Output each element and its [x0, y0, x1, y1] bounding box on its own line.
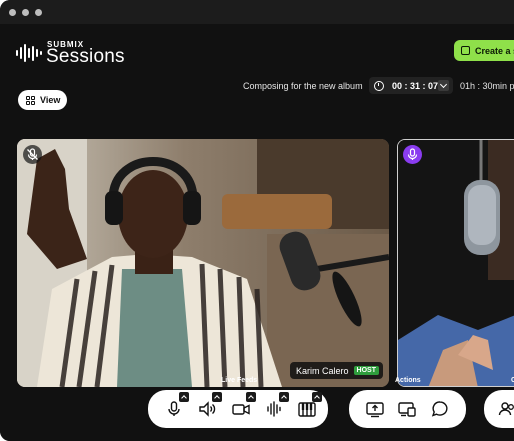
participant-name: Karim Calero [296, 365, 349, 376]
video-feed-guest[interactable] [397, 139, 514, 387]
mic-muted-icon[interactable] [23, 145, 42, 164]
video-feed-host[interactable]: Karim Calero HOST [17, 139, 389, 387]
devices-icon [398, 402, 416, 417]
time-remaining: 01h : 30min p [460, 81, 514, 91]
stopwatch-icon [374, 80, 384, 91]
title-bar [0, 0, 514, 24]
audio-levels-button[interactable] [263, 392, 289, 420]
camera-button[interactable] [230, 392, 256, 420]
chevron-up-icon[interactable] [312, 392, 322, 402]
chevron-up-icon[interactable] [179, 392, 189, 402]
grid-icon [26, 95, 35, 105]
live-feeds-controls [148, 390, 328, 428]
create-session-label: Create a s [475, 45, 514, 56]
calendar-plus-icon [461, 46, 470, 55]
participant-name-tag: Karim Calero HOST [290, 362, 383, 379]
share-screen-button[interactable] [364, 398, 386, 420]
chevron-up-icon[interactable] [279, 392, 289, 402]
create-session-button[interactable]: Create a s [454, 40, 514, 61]
view-label: View [40, 95, 61, 105]
chat-button[interactable] [429, 398, 451, 420]
session-app: SUBMIX Sessions Create a s Composing for… [0, 24, 514, 441]
guest-video-image [398, 140, 514, 386]
host-video-image [17, 139, 389, 387]
speaker-button[interactable] [196, 392, 222, 420]
chat-bubble-icon [431, 401, 448, 417]
participants-controls [484, 390, 514, 428]
devices-button[interactable] [396, 398, 418, 420]
host-badge: HOST [353, 366, 379, 375]
window-dot-icon[interactable] [22, 9, 29, 16]
chevron-up-icon[interactable] [246, 392, 256, 402]
microphone-button[interactable] [163, 392, 189, 420]
brand-name: Sessions [46, 46, 125, 67]
chevron-down-icon[interactable] [438, 80, 449, 91]
actions-label: Actions [395, 377, 421, 384]
view-button[interactable]: View [18, 90, 67, 110]
session-timer[interactable]: 00 : 31 : 07 [369, 77, 453, 94]
chevron-up-icon[interactable] [212, 392, 222, 402]
users-icon [498, 402, 514, 416]
window-dot-icon[interactable] [9, 9, 16, 16]
live-feeds-label: Live Feeds [221, 377, 258, 384]
keyboard-button[interactable] [296, 392, 322, 420]
logo-waveform-icon [16, 44, 42, 62]
mic-active-icon[interactable] [403, 145, 422, 164]
actions-controls [349, 390, 466, 428]
upload-screen-icon [366, 402, 384, 418]
timer-value: 00 : 31 : 07 [392, 80, 439, 91]
app-window: SUBMIX Sessions Create a s Composing for… [0, 0, 514, 441]
session-title: Composing for the new album [243, 81, 363, 91]
participants-button[interactable] [496, 398, 514, 420]
window-dot-icon[interactable] [35, 9, 42, 16]
